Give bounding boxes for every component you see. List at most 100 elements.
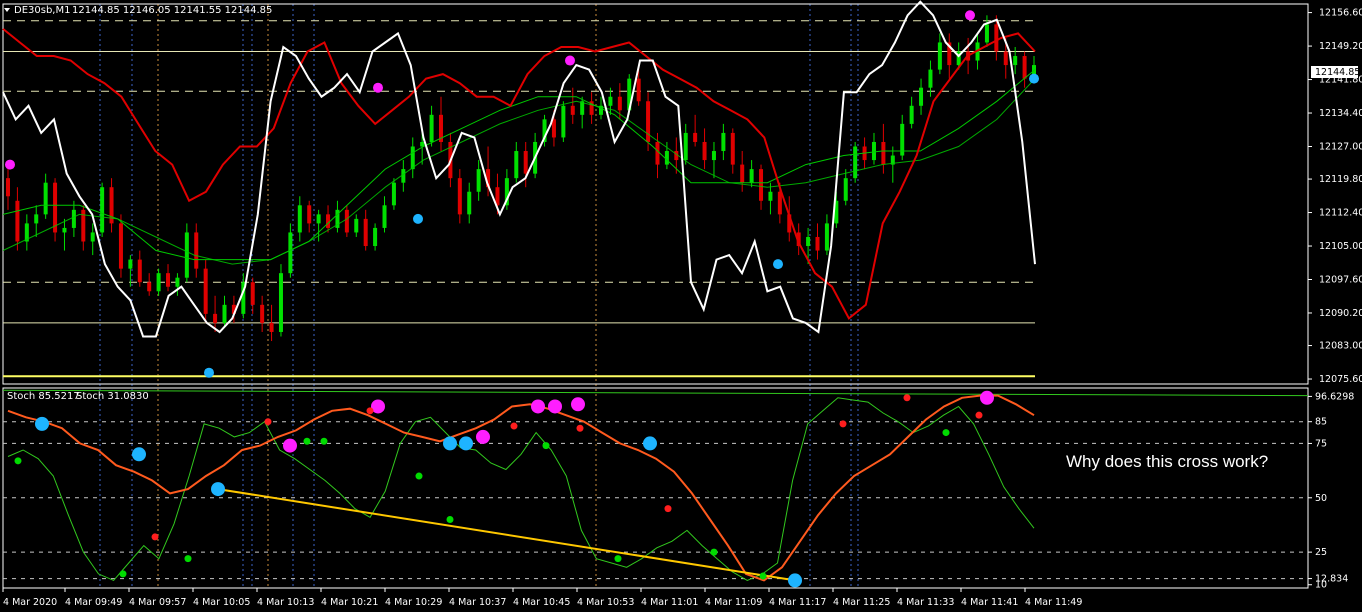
- candle-body: [43, 182, 48, 215]
- stoch-signal-dot: [664, 505, 672, 513]
- candle-body: [871, 141, 876, 161]
- stoch-signal-dot: [184, 555, 192, 563]
- candle-body: [759, 169, 764, 201]
- candle-body: [608, 96, 613, 106]
- price-signal-dot: [565, 55, 575, 66]
- candle-body: [354, 218, 359, 233]
- stoch-signal-dot: [839, 420, 847, 428]
- candle-body: [316, 214, 321, 224]
- time-axis-label: 4 Mar 10:37: [449, 597, 506, 608]
- time-axis-label: 4 Mar 10:45: [513, 597, 570, 608]
- price-signal-dot: [204, 367, 214, 378]
- candle-body: [843, 178, 848, 201]
- time-axis-label: 4 Mar 10:13: [257, 597, 314, 608]
- stoch-axis-label: 50: [1315, 493, 1327, 504]
- candle-body: [344, 209, 349, 233]
- time-axis-label: 4 Mar 10:21: [321, 597, 378, 608]
- candle-body: [410, 146, 415, 170]
- candle-body: [62, 227, 67, 233]
- candle-body: [34, 214, 39, 224]
- candle-body: [476, 169, 481, 192]
- time-axis-label: 4 Mar 11:01: [641, 597, 698, 608]
- price-panel[interactable]: DE30sb,M1 12144.85 12146.05 12141.55 121…: [4, 5, 272, 16]
- candle-body: [730, 132, 735, 165]
- stoch-signal-dot: [980, 390, 994, 405]
- price-axis-label: 12141.80: [1319, 75, 1362, 86]
- stoch-axis: 96.62988575502512.83410: [1308, 391, 1354, 591]
- candle-body: [928, 69, 933, 88]
- candle-body: [1013, 56, 1018, 66]
- candle-body: [90, 232, 95, 242]
- candle-body: [777, 191, 782, 215]
- candle-body: [824, 223, 829, 251]
- candle-body: [740, 164, 745, 183]
- candle-body: [994, 24, 999, 52]
- candle-body: [768, 191, 773, 201]
- candle-body: [250, 282, 255, 305]
- candle-body: [984, 24, 989, 43]
- stoch-signal-dot: [614, 555, 622, 563]
- stochastic-panel[interactable]: Stoch 85.5217 Stoch 31.0830: [7, 391, 149, 402]
- stoch-signal-dot: [283, 438, 297, 453]
- stoch-axis-label: 75: [1315, 438, 1327, 449]
- candle-body: [711, 151, 716, 161]
- candle-body: [213, 313, 218, 323]
- candle-body: [457, 178, 462, 215]
- price-axis-label: 12119.80: [1319, 174, 1362, 185]
- price-axis-label: 12097.60: [1319, 275, 1362, 286]
- stoch-signal-dot: [531, 399, 545, 414]
- candle-body: [288, 232, 293, 274]
- stoch-signal-dot: [548, 399, 562, 414]
- price-axis-label: 12149.20: [1319, 41, 1362, 52]
- stoch-label-1: Stoch 85.5217: [7, 391, 80, 402]
- candle-body: [806, 236, 811, 247]
- candle-body: [561, 105, 566, 138]
- candle-body: [646, 101, 651, 142]
- stoch-axis-label: 25: [1315, 547, 1327, 558]
- stoch-signal-dot: [14, 457, 22, 465]
- candle-body: [15, 200, 20, 242]
- time-axis-label: 4 Mar 10:53: [577, 597, 634, 608]
- stoch-signal-dot: [571, 397, 585, 412]
- stoch-signal-dot: [942, 429, 950, 437]
- candle-body: [815, 236, 820, 251]
- stoch-trendline: [217, 488, 796, 582]
- candle-body: [363, 218, 368, 247]
- stoch-signal-dot: [476, 429, 490, 444]
- time-axis-label: 4 Mar 11:33: [897, 597, 954, 608]
- candle-body: [382, 205, 387, 228]
- stoch-signal-dot: [576, 424, 584, 432]
- stoch-signal-dot: [119, 570, 127, 578]
- candle-body: [570, 105, 575, 115]
- time-axis-label: 4 Mar 11:09: [705, 597, 762, 608]
- candle-body: [551, 119, 556, 138]
- stoch-signal-dot: [510, 422, 518, 430]
- candle-body: [71, 209, 76, 228]
- time-axis-label: 4 Mar 10:05: [193, 597, 250, 608]
- candle-body: [184, 232, 189, 278]
- price-signal-dot: [773, 259, 783, 270]
- candle-body: [664, 151, 669, 165]
- time-axis-label: 4 Mar 09:57: [129, 597, 186, 608]
- stoch-signal-dot: [759, 572, 767, 580]
- stoch-axis-label: 85: [1315, 417, 1327, 428]
- price-axis-label: 12127.00: [1319, 142, 1362, 153]
- price-axis: 12156.60 12149.20 12141.80 12134.40 12127.00…: [1308, 8, 1362, 385]
- candle-body: [269, 322, 274, 332]
- candle-body: [919, 87, 924, 106]
- time-axis-label: 4 Mar 09:49: [65, 597, 122, 608]
- candle-body: [702, 141, 707, 161]
- ohlc-values: 12144.85 12146.05 12141.55 12144.85: [72, 5, 272, 16]
- price-axis-label: 12105.00: [1319, 241, 1362, 252]
- candle-body: [721, 132, 726, 152]
- trading-chart[interactable]: DE30sb,M1 12144.85 12146.05 12141.55 121…: [0, 0, 1362, 612]
- candle-body: [156, 273, 161, 292]
- candle-body: [278, 273, 283, 332]
- stoch-signal-dot: [303, 437, 311, 445]
- stoch-signal-dot: [320, 437, 328, 445]
- candle-body: [260, 304, 265, 323]
- price-signal-dot: [5, 159, 15, 170]
- dropdown-triangle-icon[interactable]: [4, 8, 10, 12]
- stoch-label-2: Stoch 31.0830: [76, 391, 149, 402]
- candle-body: [937, 42, 942, 70]
